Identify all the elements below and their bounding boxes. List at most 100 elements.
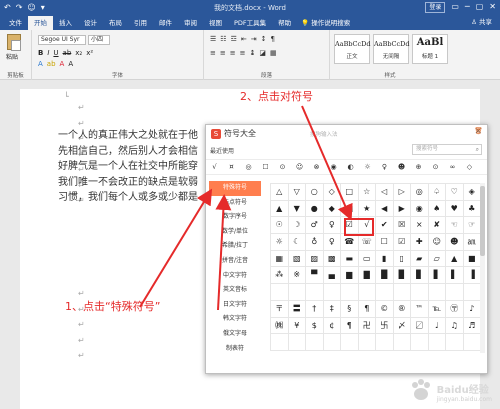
line-spacing-icon[interactable]: ↨ <box>250 49 256 57</box>
symbol-cell[interactable] <box>341 284 359 301</box>
symbol-cell[interactable]: ☆ <box>358 184 376 201</box>
symbol-cell[interactable]: ✔ <box>376 217 394 235</box>
symbol-cell[interactable]: § <box>341 300 359 318</box>
symbol-cell[interactable]: ⁂ <box>271 267 289 285</box>
borders-icon[interactable]: ▦ <box>270 49 277 57</box>
font-color-icon[interactable]: A <box>60 60 65 68</box>
clear-recent-icon[interactable]: 🗑 <box>474 127 483 135</box>
symbol-cell[interactable]: ▱ <box>428 250 446 268</box>
symbol-cell[interactable]: ♤ <box>428 184 446 201</box>
symbol-cell[interactable]: ▋ <box>428 267 446 285</box>
recent-symbol[interactable]: ◇ <box>461 160 478 175</box>
recent-symbol[interactable]: ☻ <box>393 160 410 175</box>
symbol-cell[interactable]: ¶ <box>358 300 376 318</box>
minimize-icon[interactable]: ─ <box>465 1 470 13</box>
style-normal[interactable]: AaBbCcDd 正文 <box>334 34 371 64</box>
recent-symbol[interactable]: ¤ <box>223 160 240 175</box>
tab-4[interactable]: 布局 <box>103 16 128 30</box>
symbol-cell[interactable]: ☜ <box>446 217 464 235</box>
symbol-cell[interactable]: ▉ <box>393 267 411 285</box>
symbol-search-input[interactable]: 搜索符号 ⌕ <box>412 144 482 155</box>
symbol-cell[interactable]: ‡ <box>323 300 341 318</box>
symbol-cell[interactable]: □ <box>341 184 359 201</box>
symbol-cell[interactable] <box>306 284 324 301</box>
text-effects-icon[interactable]: A <box>38 60 43 68</box>
symbol-cell[interactable] <box>271 334 289 351</box>
symbol-cell[interactable]: ◈ <box>463 184 481 201</box>
category-item[interactable]: 日文字符 <box>209 298 261 313</box>
symbol-cell[interactable]: ◆ <box>323 200 341 218</box>
symbol-cell[interactable]: ▇ <box>358 267 376 285</box>
symbol-cell[interactable]: ¶ <box>341 317 359 335</box>
category-item[interactable]: 标点符号 <box>209 196 261 211</box>
symbol-cell[interactable]: ☺ <box>428 234 446 251</box>
share-button[interactable]: ♙ 共享 <box>471 17 492 28</box>
symbol-cell[interactable]: ▭ <box>358 250 376 268</box>
symbol-cell[interactable] <box>288 334 306 351</box>
recent-symbol[interactable]: ⊗ <box>308 160 325 175</box>
symbol-cell[interactable]: ☽ <box>288 217 306 235</box>
symbol-cell[interactable]: █ <box>376 267 394 285</box>
multilevel-list-icon[interactable]: ☲ <box>231 35 237 43</box>
symbol-cell[interactable]: ○ <box>306 184 324 201</box>
tab-2[interactable]: 插入 <box>53 16 78 30</box>
symbol-cell[interactable]: ✘ <box>428 217 446 235</box>
symbol-cell[interactable]: ▮ <box>376 250 394 268</box>
symbol-cell[interactable]: ▀ <box>306 267 324 285</box>
recent-symbol[interactable]: ⊙ <box>427 160 444 175</box>
symbol-cell[interactable]: ▶ <box>393 200 411 218</box>
symbol-cell[interactable]: ◇ <box>323 184 341 201</box>
recent-symbol[interactable]: ◉ <box>325 160 342 175</box>
symbol-cell[interactable] <box>463 284 481 301</box>
symbol-cell[interactable]: ㏂ <box>463 234 481 251</box>
underline-icon[interactable]: U <box>53 49 58 57</box>
symbol-cell[interactable]: ♣ <box>463 200 481 218</box>
increase-indent-icon[interactable]: ⇥ <box>251 35 257 43</box>
symbol-cell[interactable] <box>306 334 324 351</box>
symbol-cell[interactable]: ® <box>393 300 411 318</box>
symbol-cell[interactable]: ✚ <box>411 234 429 251</box>
symbol-cell[interactable]: ▐ <box>463 267 481 285</box>
subscript-icon[interactable]: x₂ <box>75 49 82 57</box>
category-item[interactable]: 数字序号 <box>209 210 261 225</box>
bullets-icon[interactable]: ☰ <box>210 35 216 43</box>
symbol-cell[interactable] <box>428 334 446 351</box>
symbol-cell[interactable] <box>323 284 341 301</box>
tell-me-search[interactable]: 💡 操作说明搜索 <box>301 16 350 30</box>
symbol-cell[interactable] <box>393 334 411 351</box>
maximize-icon[interactable]: ▢ <box>476 1 484 13</box>
font-size-input[interactable]: 小四 <box>88 35 110 45</box>
symbol-cell[interactable]: ■ <box>463 250 481 268</box>
symbol-cell[interactable]: ♡ <box>446 184 464 201</box>
symbol-cell[interactable]: 卐 <box>376 317 394 335</box>
recent-symbol[interactable]: ☼ <box>359 160 376 175</box>
symbol-cell[interactable]: ▨ <box>306 250 324 268</box>
symbol-cell[interactable]: ▊ <box>411 267 429 285</box>
symbol-cell[interactable]: ▽ <box>288 184 306 201</box>
symbol-cell[interactable]: 〓 <box>288 300 306 318</box>
font-name-input[interactable]: Segoe UI Syr <box>38 35 86 45</box>
symbol-cell[interactable] <box>358 284 376 301</box>
symbol-cell[interactable] <box>393 284 411 301</box>
symbol-cell[interactable]: ◁ <box>376 184 394 201</box>
symbol-scrollbar[interactable] <box>480 183 485 353</box>
scroll-thumb[interactable] <box>480 186 485 256</box>
symbol-cell[interactable]: ■ <box>341 200 359 218</box>
symbol-cell[interactable]: 卍 <box>358 317 376 335</box>
style-no-spacing[interactable]: AaBbCcDd 无间隔 <box>373 34 410 64</box>
symbol-cell[interactable]: ▷ <box>393 184 411 201</box>
symbol-cell[interactable]: ♀ <box>323 234 341 251</box>
symbol-cell[interactable]: ◎ <box>411 184 429 201</box>
symbol-cell[interactable]: ▰ <box>411 250 429 268</box>
shading-icon[interactable]: ◪ <box>259 49 266 57</box>
symbol-cell[interactable] <box>411 334 429 351</box>
tab-7[interactable]: 审阅 <box>178 16 203 30</box>
highlight-color-icon[interactable]: ab <box>47 60 56 68</box>
symbol-cell[interactable]: ☎ <box>341 234 359 251</box>
ribbon-display-options-icon[interactable]: ▭ <box>451 1 459 13</box>
recent-symbol[interactable]: ◎ <box>240 160 257 175</box>
bold-icon[interactable]: B <box>38 49 43 57</box>
symbol-cell[interactable] <box>341 334 359 351</box>
tab-10[interactable]: 帮助 <box>272 16 297 30</box>
recent-symbol[interactable]: ∞ <box>444 160 461 175</box>
